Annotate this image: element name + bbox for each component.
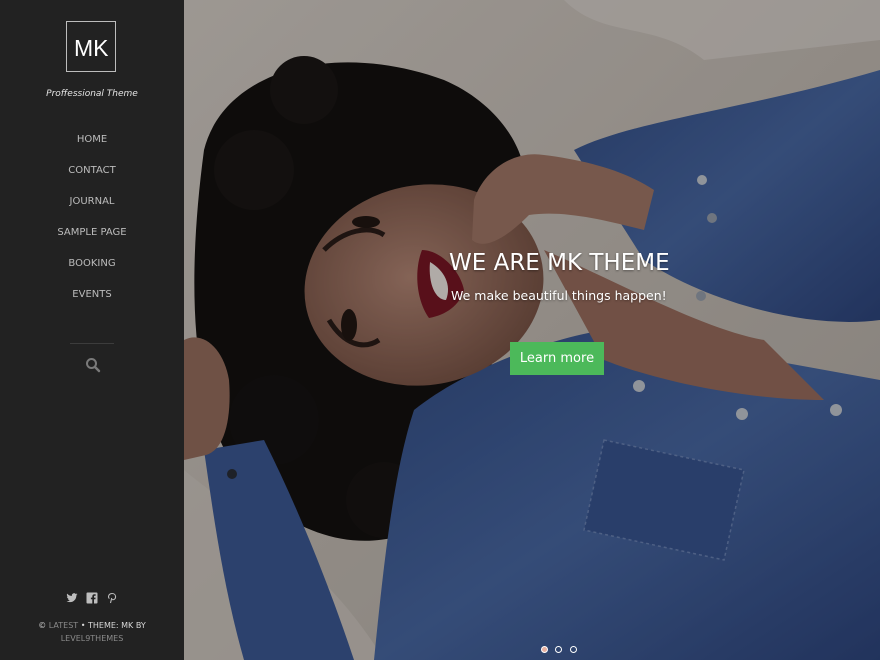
pinterest-icon[interactable] [106,591,118,603]
social-links [0,588,184,606]
nav-divider [70,343,114,344]
nav-item-contact[interactable]: CONTACT [0,163,184,194]
facebook-icon[interactable] [86,591,98,604]
slider-pagination [541,640,580,658]
nav-item-booking[interactable]: BOOKING [0,256,184,287]
search-icon[interactable] [85,357,101,373]
sidebar: MK Proffessional Theme HOME CONTACT JOUR… [0,0,184,660]
hero-subtitle: We make beautiful things happen! [451,288,667,303]
slide-dot[interactable] [541,646,548,653]
nav-item-sample-page[interactable]: SAMPLE PAGE [0,225,184,256]
nav-item-events[interactable]: EVENTS [0,287,184,318]
nav-item-journal[interactable]: JOURNAL [0,194,184,225]
copyright-symbol: © [38,621,47,630]
footer-site-link[interactable]: LATEST [49,621,78,630]
logo-text: MK [74,35,109,61]
slide-dot[interactable] [569,646,577,653]
footer-author-link[interactable]: LEVEL9THEMES [61,634,124,643]
learn-more-button[interactable]: Learn more [510,342,604,375]
hero-slider: WE ARE MK THEME We make beautiful things… [184,0,880,660]
site-logo[interactable]: MK [66,21,116,72]
slide-dot[interactable] [555,646,563,653]
twitter-icon[interactable] [66,591,78,603]
site-footer: © LATEST • THEME: MK BY LEVEL9THEMES [0,619,184,645]
main-nav: HOME CONTACT JOURNAL SAMPLE PAGE BOOKING… [0,132,184,318]
footer-credit-text: • THEME: MK BY [80,621,146,630]
nav-item-home[interactable]: HOME [0,132,184,163]
site-tagline: Proffessional Theme [46,89,138,99]
hero-image [184,0,880,660]
hero-title: WE ARE MK THEME [449,250,670,276]
